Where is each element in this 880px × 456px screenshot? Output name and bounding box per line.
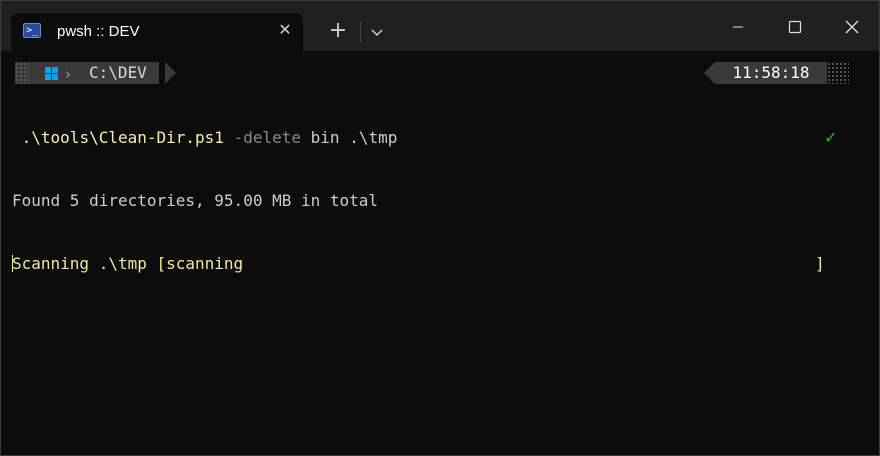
close-window-button[interactable] xyxy=(829,7,875,47)
prompt-bar: › C:\DEV 11:58:18 xyxy=(15,62,873,84)
command-script: .\tools\Clean-Dir.ps1 xyxy=(21,128,224,147)
chevron-down-icon[interactable] xyxy=(366,21,388,43)
terminal-output[interactable]: .\tools\Clean-Dir.ps1 -delete bin .\tmp ✓… xyxy=(12,85,872,316)
prompt-dots-left xyxy=(15,62,29,84)
output-scanning: Scanning .\tmp [scanning xyxy=(12,254,244,273)
close-tab-icon[interactable]: ✕ xyxy=(274,20,296,42)
new-tab-button[interactable]: + xyxy=(325,18,351,46)
output-found: Found 5 directories, 95.00 MB in total xyxy=(12,191,379,210)
command-line: .\tools\Clean-Dir.ps1 -delete bin .\tmp ✓ xyxy=(12,127,872,148)
terminal-window: >_ pwsh :: DEV ✕ + › C:\DEV 11:58:18 .\t… xyxy=(0,0,880,456)
output-line: Found 5 directories, 95.00 MB in total xyxy=(12,190,872,211)
prompt-dots-right xyxy=(827,62,849,84)
tab-title: pwsh :: DEV xyxy=(57,23,140,40)
path-segment-arrow xyxy=(165,62,176,84)
minimize-button[interactable] xyxy=(715,7,761,47)
time-segment-arrow xyxy=(704,62,715,84)
tab-pwsh-dev[interactable]: >_ pwsh :: DEV ✕ xyxy=(11,13,303,51)
powershell-icon: >_ xyxy=(23,23,41,38)
maximize-button[interactable] xyxy=(772,7,818,47)
path-segment: C:\DEV xyxy=(77,62,159,84)
output-line: Scanning .\tmp [scanning] xyxy=(12,253,872,274)
time-segment: 11:58:18 xyxy=(715,62,827,84)
tab-divider xyxy=(360,21,361,43)
progress-bracket-end: ] xyxy=(815,254,825,273)
chevron-right-icon: › xyxy=(65,65,71,83)
command-args: bin .\tmp xyxy=(310,128,398,147)
os-segment: › xyxy=(15,62,77,84)
text-cursor xyxy=(12,255,13,272)
windows-icon xyxy=(45,67,58,80)
success-check-icon: ✓ xyxy=(824,128,838,147)
command-param: -delete xyxy=(233,128,302,147)
title-bar: >_ pwsh :: DEV ✕ + xyxy=(1,1,879,51)
